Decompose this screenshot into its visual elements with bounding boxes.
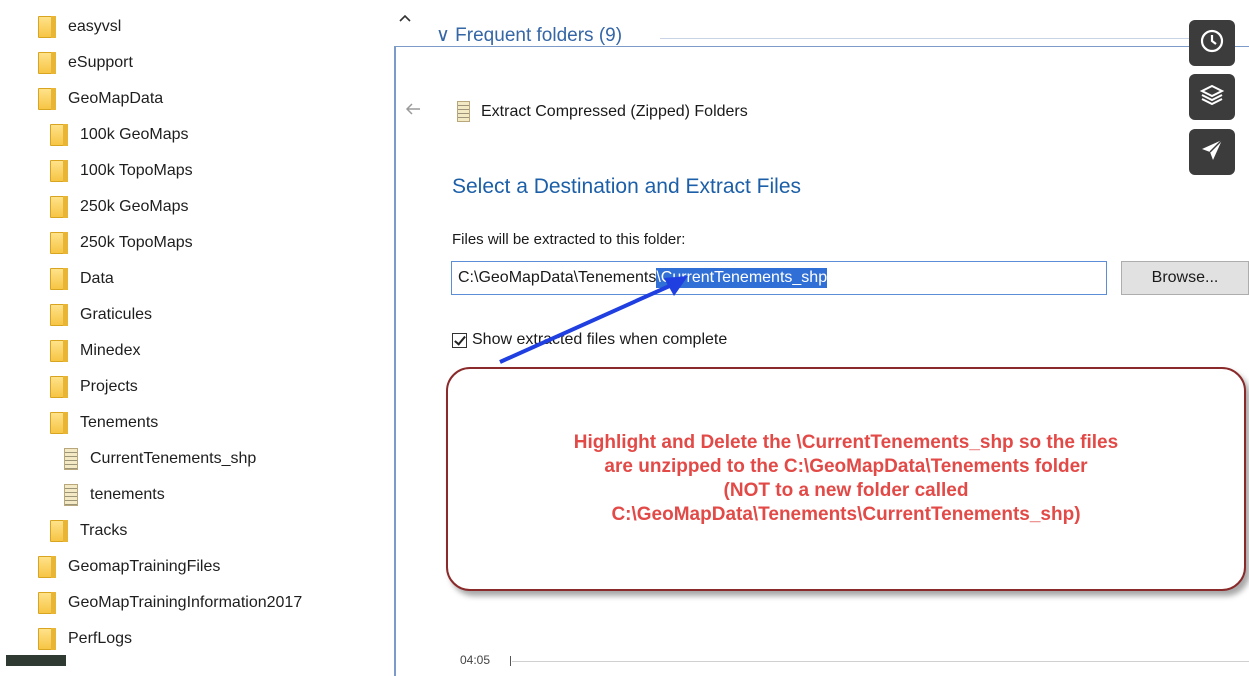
clock-icon (1199, 28, 1225, 59)
folder-icon (38, 556, 56, 578)
show-files-checkbox[interactable] (452, 332, 467, 348)
tree-item-100k-geomaps[interactable]: 100k GeoMaps (50, 120, 189, 150)
callout-line: Highlight and Delete the \CurrentTenemen… (573, 432, 1119, 453)
tree-item-250k-geomaps[interactable]: 250k GeoMaps (50, 192, 189, 222)
tree-item-tenements[interactable]: Tenements (50, 408, 158, 438)
chevron-up-icon[interactable] (396, 10, 414, 28)
tree-item-label: 100k GeoMaps (80, 126, 189, 143)
folder-icon (38, 16, 56, 38)
tree-item-label: Data (80, 270, 114, 287)
zip-folder-icon (457, 101, 470, 122)
timeline-marker (510, 656, 511, 666)
tree-item-label: easyvsl (68, 18, 122, 35)
folder-icon (50, 268, 68, 290)
section-divider (660, 38, 1190, 39)
tree-item-label: PerfLogs (68, 630, 133, 647)
destination-path-input[interactable]: C:\GeoMapData\Tenements \CurrentTenements… (451, 261, 1107, 295)
destination-label: Files will be extracted to this folder: (452, 231, 686, 248)
folder-icon (50, 376, 68, 398)
frequent-folders-header[interactable]: ∨ Frequent folders (9) (436, 24, 622, 47)
dialog-heading: Select a Destination and Extract Files (452, 175, 802, 198)
tree-item-label: Tenements (80, 414, 159, 431)
folder-icon (50, 160, 68, 182)
tree-item-perflogs[interactable]: PerfLogs (38, 624, 132, 654)
folder-icon (38, 628, 56, 650)
layers-icon (1199, 82, 1225, 113)
folder-icon (38, 52, 56, 74)
path-text: C:\GeoMapData\Tenements (458, 269, 657, 286)
browse-button[interactable]: Browse... (1121, 261, 1249, 295)
tree-item-geomaptrainingfiles[interactable]: GeomapTrainingFiles (38, 552, 220, 582)
tree-item-geomapdata[interactable]: GeoMapData (38, 84, 163, 114)
tree-item-250k-topomaps[interactable]: 250k TopoMaps (50, 228, 193, 258)
tree-item-100k-topomaps[interactable]: 100k TopoMaps (50, 156, 193, 186)
zip-folder-icon (64, 448, 78, 470)
tree-item-esupport[interactable]: eSupport (38, 48, 133, 78)
tree-item-geomaptraininginformation2017[interactable]: GeoMapTrainingInformation2017 (38, 588, 302, 618)
tree-item-label: CurrentTenements_shp (90, 450, 257, 467)
tree-item-easyvsl[interactable]: easyvsl (38, 12, 121, 42)
callout-line: are unzipped to the C:\GeoMapData\Teneme… (604, 456, 1088, 477)
folder-icon (50, 196, 68, 218)
folder-icon (50, 304, 68, 326)
folder-icon (50, 232, 68, 254)
folder-icon (38, 592, 56, 614)
show-files-label: Show extracted files when complete (472, 331, 728, 348)
tree-item-label: GeoMapTrainingInformation2017 (68, 594, 303, 611)
folder-icon (50, 412, 68, 434)
tree-item-label: Graticules (80, 306, 153, 323)
folder-icon (50, 340, 68, 362)
back-arrow-icon[interactable] (405, 100, 421, 121)
tree-item-projects[interactable]: Projects (50, 372, 138, 402)
folder-icon (50, 124, 68, 146)
tree-item-minedex[interactable]: Minedex (50, 336, 140, 366)
instruction-callout: Highlight and Delete the \CurrentTenemen… (446, 367, 1246, 591)
history-button[interactable] (1189, 20, 1235, 66)
tree-item-label: 250k TopoMaps (80, 234, 193, 251)
tree-item-tenements-zip[interactable]: tenements (64, 480, 165, 510)
layers-button[interactable] (1189, 74, 1235, 120)
tree-item-label: GeomapTrainingFiles (68, 558, 221, 575)
tree-item-data[interactable]: Data (50, 264, 114, 294)
show-files-option[interactable]: Show extracted files when complete (452, 331, 727, 349)
folder-icon (38, 88, 56, 110)
video-timestamp: 04:05 (460, 653, 491, 667)
tree-item-graticules[interactable]: Graticules (50, 300, 152, 330)
folder-icon (50, 520, 68, 542)
tree-item-label: GeoMapData (68, 90, 164, 107)
tree-item-label: 250k GeoMaps (80, 198, 189, 215)
tree-item-label: Minedex (80, 342, 141, 359)
tree-item-label: eSupport (68, 54, 133, 71)
send-button[interactable] (1189, 129, 1235, 175)
callout-line: (NOT to a new folder called (723, 480, 969, 501)
timeline-track (512, 661, 1249, 662)
send-icon (1199, 137, 1225, 168)
tree-item-tracks[interactable]: Tracks (50, 516, 127, 546)
zip-folder-icon (64, 484, 78, 506)
path-selected-text: \CurrentTenements_shp (656, 268, 828, 288)
callout-line: C:\GeoMapData\Tenements\CurrentTenements… (611, 504, 1081, 525)
tree-item-label: tenements (90, 486, 165, 503)
tree-item-currenttenements-shp[interactable]: CurrentTenements_shp (64, 444, 256, 474)
dialog-title: Extract Compressed (Zipped) Folders (481, 103, 748, 120)
taskbar-thumbnail (6, 655, 66, 666)
tree-item-label: Projects (80, 378, 138, 395)
tree-item-label: Tracks (80, 522, 128, 539)
tree-item-label: 100k TopoMaps (80, 162, 193, 179)
